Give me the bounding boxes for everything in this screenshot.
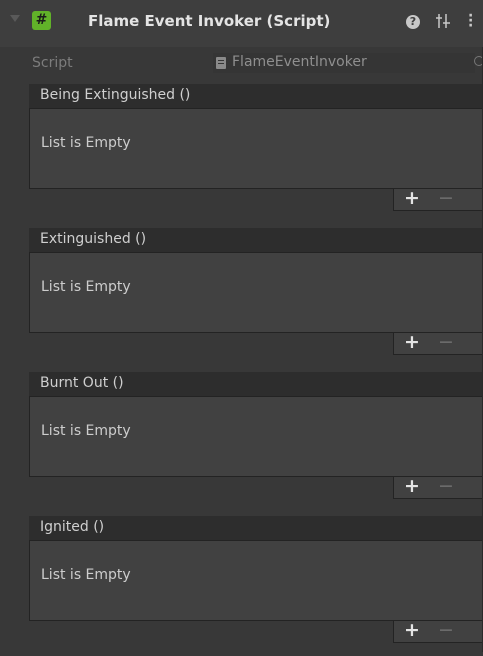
remove-button[interactable]: − [436,187,456,209]
event-list-footer: + − [393,619,483,643]
event-list-body: List is Empty [29,541,483,621]
event-list-body: List is Empty [29,109,483,189]
event-header: Being Extinguished () [29,84,483,109]
add-button[interactable]: + [402,619,422,641]
event-list-body: List is Empty [29,253,483,333]
event-title: Being Extinguished () [40,87,191,103]
event-title: Ignited () [40,519,105,535]
add-button[interactable]: + [402,187,422,209]
script-file-icon [216,57,226,69]
component-title: Flame Event Invoker (Script) [88,12,331,30]
unity-event-being-extinguished: Being Extinguished () List is Empty + − [29,84,483,224]
preset-icon[interactable] [436,13,450,29]
csharp-script-icon[interactable]: # [32,11,51,30]
remove-button[interactable]: − [436,475,456,497]
help-icon[interactable]: ? [406,15,420,29]
component-header[interactable]: # Flame Event Invoker (Script) ? · · · [0,0,483,47]
event-title: Burnt Out () [40,375,124,391]
event-list-body: List is Empty [29,397,483,477]
empty-list-label: List is Empty [41,567,131,583]
add-button[interactable]: + [402,331,422,353]
event-list-footer: + − [393,475,483,499]
empty-list-label: List is Empty [41,279,131,295]
script-value: FlameEventInvoker [232,54,367,70]
foldout-arrow-icon[interactable] [10,15,20,22]
event-list-footer: + − [393,187,483,211]
event-title: Extinguished () [40,231,147,247]
remove-button[interactable]: − [436,331,456,353]
add-button[interactable]: + [402,475,422,497]
event-header: Extinguished () [29,228,483,253]
empty-list-label: List is Empty [41,423,131,439]
empty-list-label: List is Empty [41,135,131,151]
remove-button[interactable]: − [436,619,456,641]
kebab-menu-icon[interactable]: · · · [468,9,473,33]
unity-event-extinguished: Extinguished () List is Empty + − [29,228,483,368]
unity-event-burnt-out: Burnt Out () List is Empty + − [29,372,483,512]
event-list-footer: + − [393,331,483,355]
unity-event-ignited: Ignited () List is Empty + − [29,516,483,656]
event-header: Burnt Out () [29,372,483,397]
script-object-field[interactable]: FlameEventInvoker [213,53,475,73]
event-header: Ignited () [29,516,483,541]
script-label: Script [32,55,73,71]
